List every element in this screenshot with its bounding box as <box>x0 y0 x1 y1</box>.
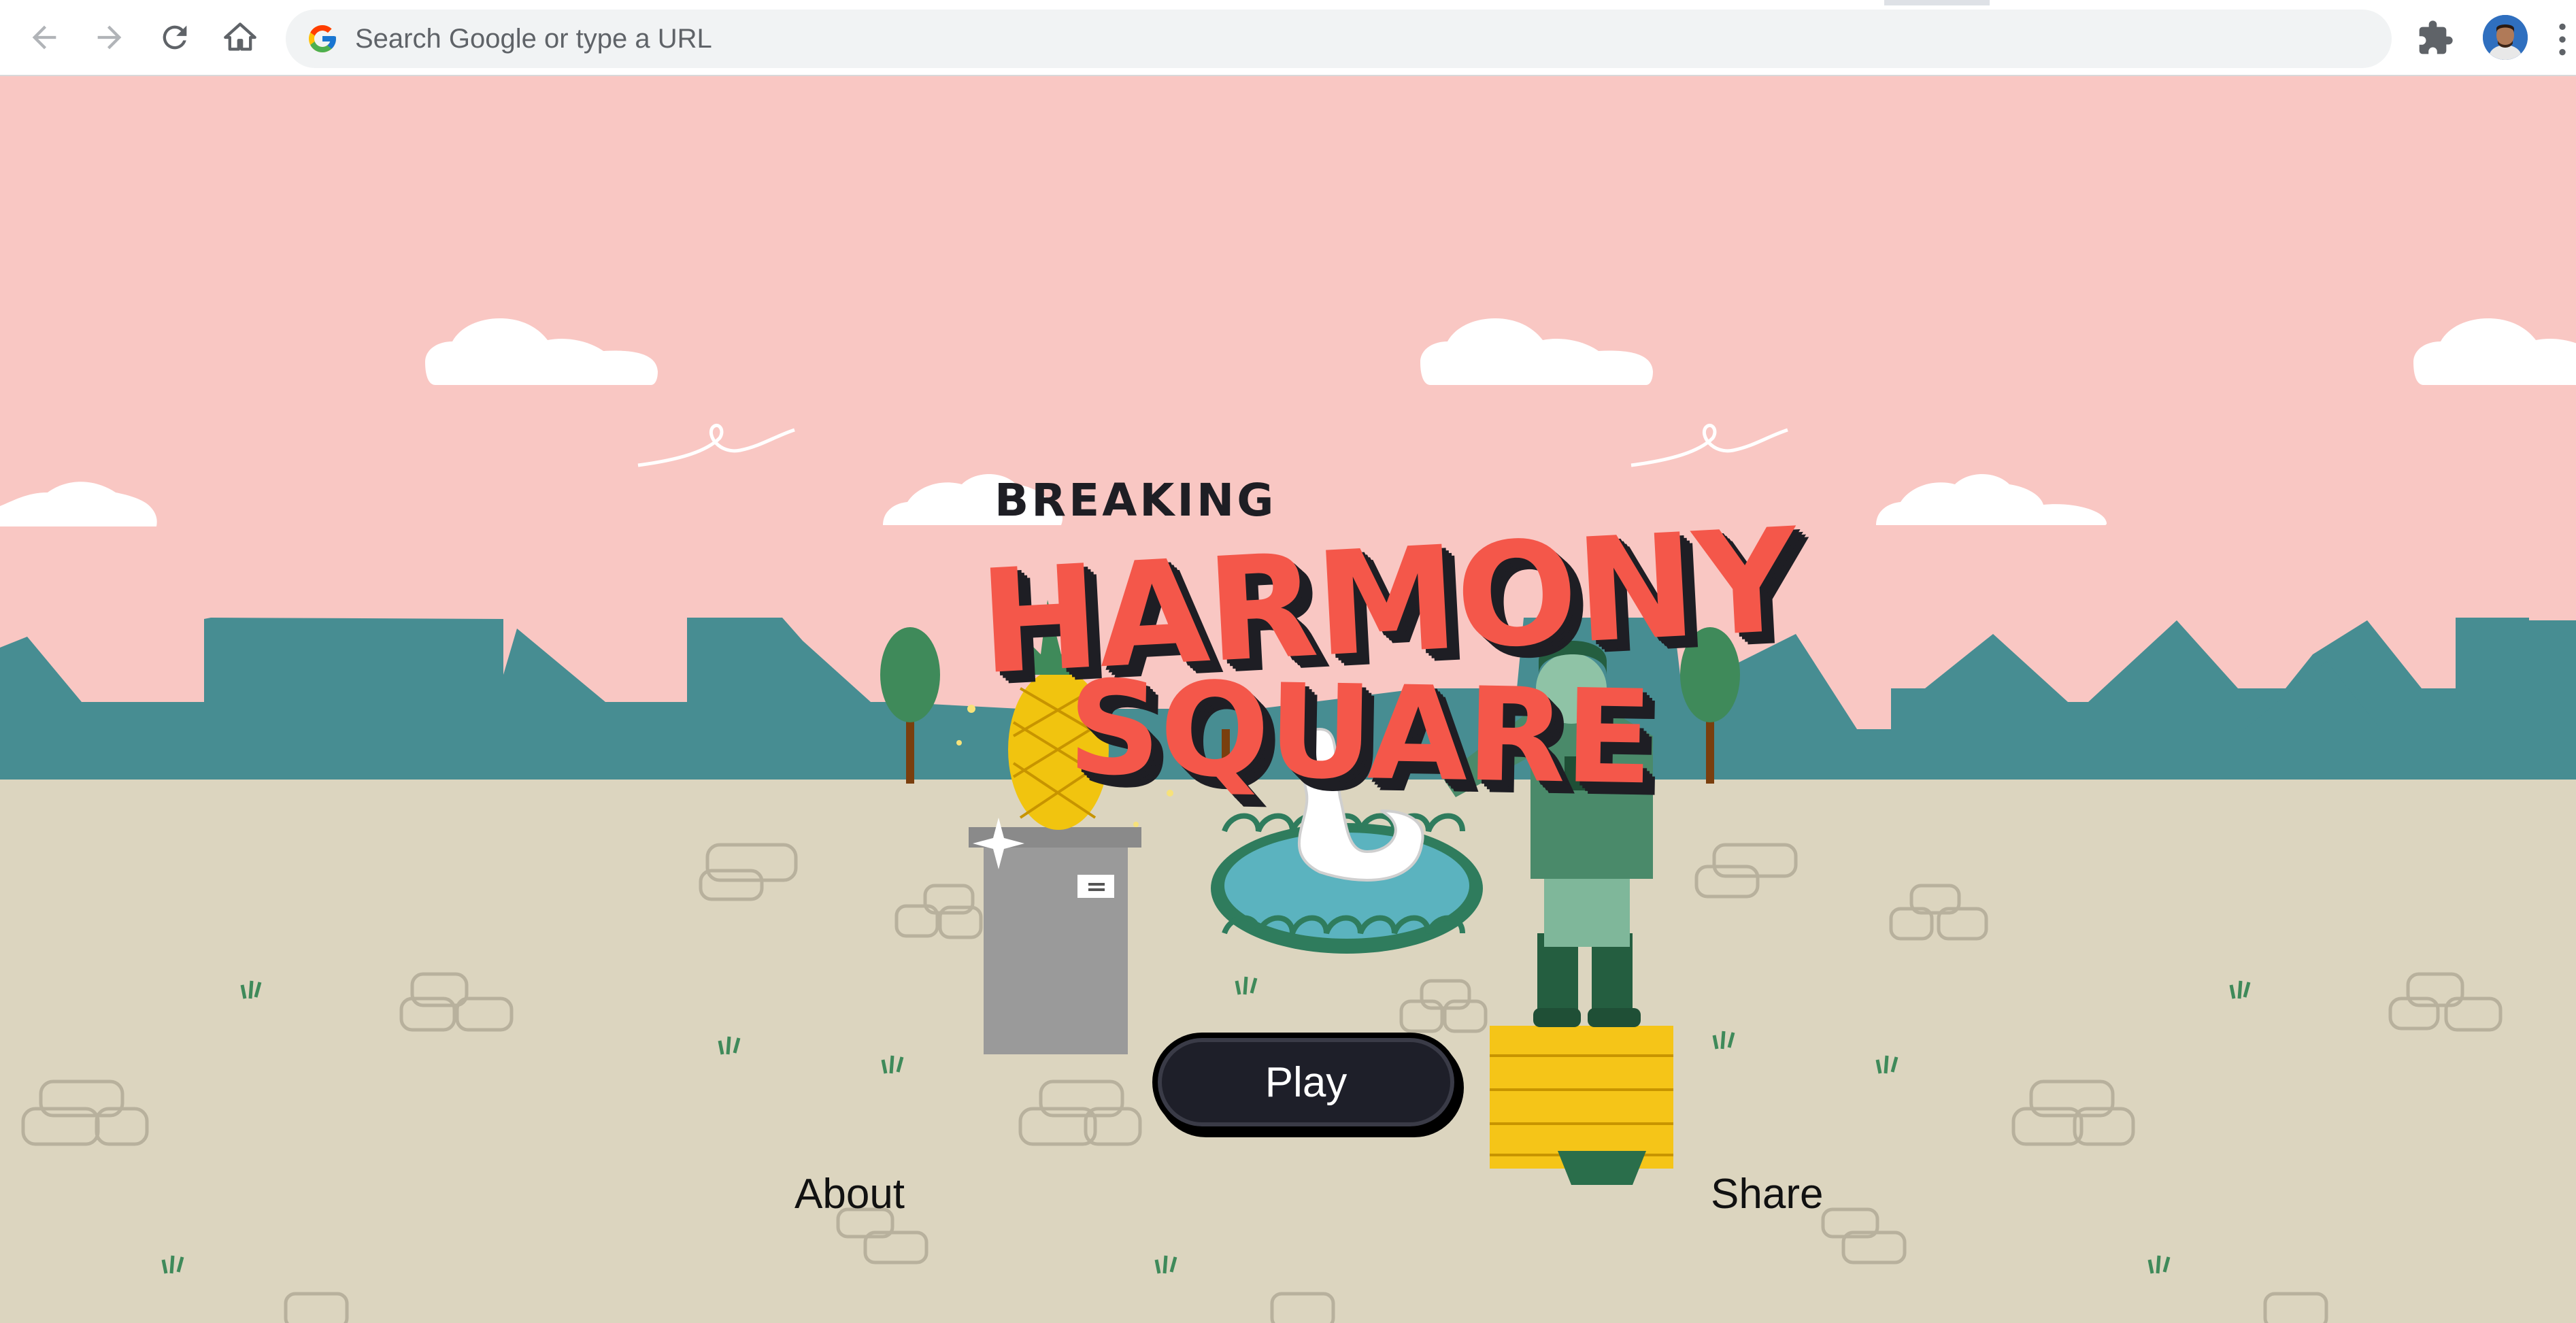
profile-avatar[interactable] <box>2483 15 2528 60</box>
about-link[interactable]: About <box>794 1170 905 1218</box>
play-button[interactable]: Play <box>1152 1033 1460 1132</box>
back-button[interactable] <box>22 15 67 60</box>
google-logo-icon <box>309 25 336 52</box>
title-square: SQUARE <box>1067 652 1653 814</box>
forward-button[interactable] <box>87 15 132 60</box>
home-button[interactable] <box>218 15 263 60</box>
reload-button[interactable] <box>152 15 197 60</box>
user-avatar-icon <box>2483 15 2528 60</box>
title-breaking: BREAKING <box>994 474 1277 526</box>
extensions-button[interactable] <box>2416 19 2454 57</box>
home-icon <box>224 22 256 51</box>
game-scene: BREAKING HARMONY SQUARE <box>0 76 2576 1323</box>
url-input[interactable] <box>355 10 2328 68</box>
tab-strip <box>0 0 2576 5</box>
arrow-left-icon <box>32 25 56 50</box>
reload-icon <box>163 25 187 50</box>
more-vertical-icon <box>2559 23 2566 56</box>
share-link[interactable]: Share <box>1711 1170 1823 1218</box>
puzzle-icon <box>2419 20 2453 54</box>
browser-menu-button[interactable] <box>2554 20 2571 58</box>
arrow-right-icon <box>97 25 122 50</box>
browser-toolbar <box>0 0 2576 76</box>
address-bar[interactable] <box>286 10 2392 68</box>
